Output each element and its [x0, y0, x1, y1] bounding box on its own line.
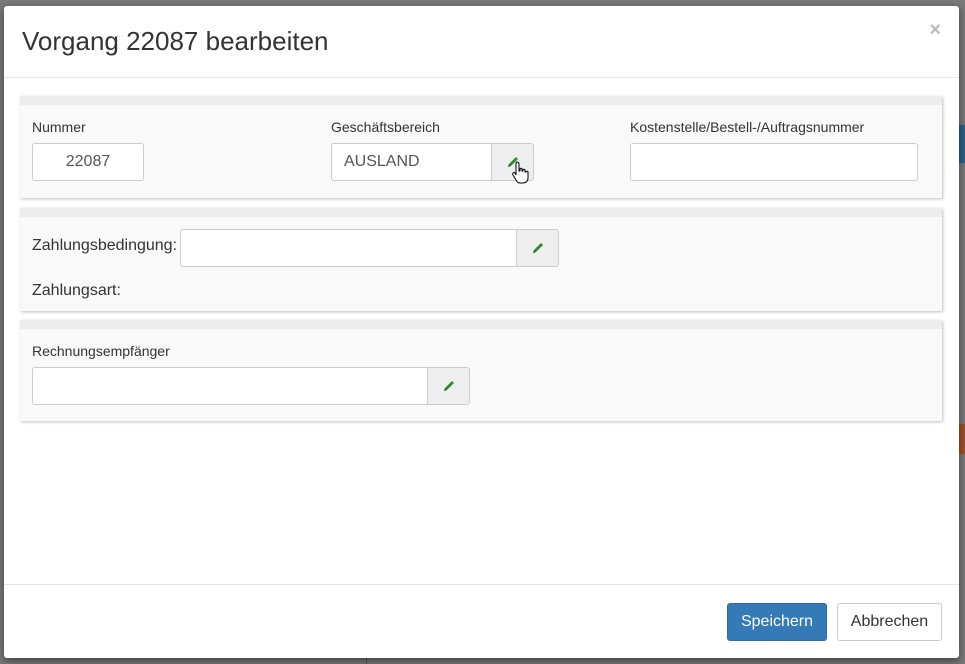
edit-dialog: Vorgang 22087 bearbeiten × Nummer 22087 …	[4, 6, 959, 658]
background-accent-blue	[959, 125, 965, 163]
background-accent-orange	[959, 424, 965, 454]
nummer-value: 22087	[65, 153, 111, 170]
kostenstelle-label: Kostenstelle/Bestell-/Auftragsnummer	[630, 119, 865, 135]
rechnungsempfaenger-field[interactable]	[32, 367, 428, 405]
edit-rechnungsempfaenger-button[interactable]	[428, 367, 470, 405]
dialog-title: Vorgang 22087 bearbeiten	[22, 26, 329, 56]
panel-general: Nummer 22087 Geschäftsbereich AUSLAND Ko…	[20, 96, 942, 198]
geschaeftsbereich-label: Geschäftsbereich	[331, 119, 440, 135]
close-icon[interactable]: ×	[929, 20, 941, 40]
save-button[interactable]: Speichern	[727, 603, 827, 641]
zahlungsbedingung-label: Zahlungsbedingung:	[32, 237, 178, 254]
nummer-label: Nummer	[32, 119, 86, 135]
panel-recipient: Rechnungsempfänger	[20, 320, 942, 421]
dialog-footer: Speichern Abbrechen	[4, 584, 959, 659]
rechnungsempfaenger-label: Rechnungsempfänger	[32, 343, 170, 359]
panel-payment: Zahlungsbedingung: Zahlungsart:	[20, 208, 942, 311]
kostenstelle-field[interactable]	[630, 143, 918, 181]
pencil-icon	[443, 381, 454, 391]
cancel-button[interactable]: Abbrechen	[837, 603, 942, 641]
zahlungsbedingung-field[interactable]	[180, 229, 517, 267]
pencil-icon	[532, 243, 543, 253]
dialog-header: Vorgang 22087 bearbeiten ×	[4, 6, 959, 78]
hand-cursor-icon	[512, 161, 529, 184]
zahlungsart-label: Zahlungsart:	[32, 282, 121, 299]
edit-zahlungsbedingung-button[interactable]	[517, 229, 559, 267]
geschaeftsbereich-field[interactable]: AUSLAND	[331, 143, 492, 181]
geschaeftsbereich-value: AUSLAND	[344, 153, 420, 170]
nummer-field[interactable]: 22087	[32, 143, 144, 181]
